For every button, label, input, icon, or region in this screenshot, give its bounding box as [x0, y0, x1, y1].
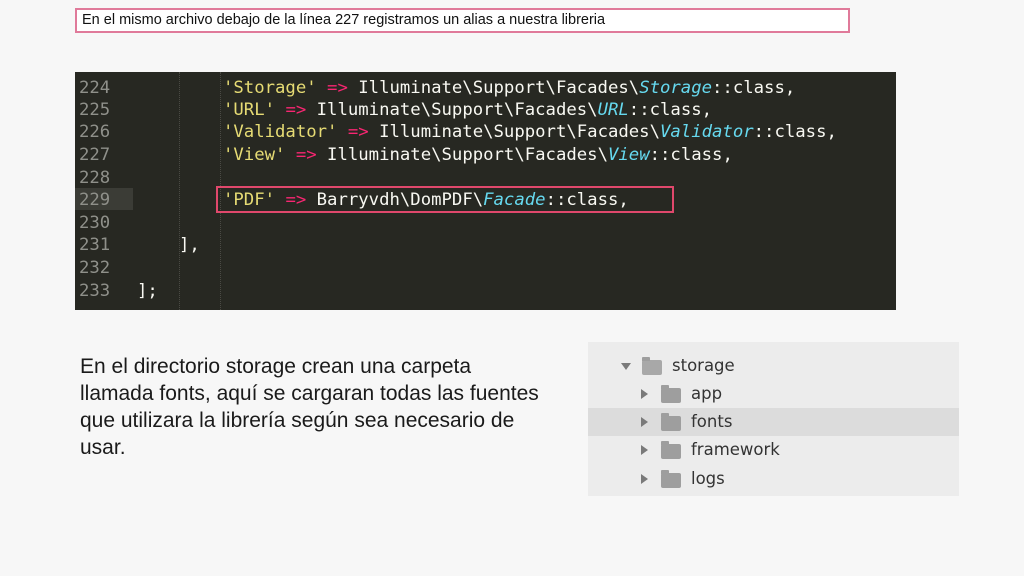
- class-suffix: ::class,: [628, 100, 713, 120]
- chevron-right-icon[interactable]: [641, 445, 648, 455]
- arrow-operator: =>: [285, 100, 307, 120]
- code-text: ],: [179, 235, 200, 255]
- line-number: 225: [79, 100, 111, 120]
- tree-row-app[interactable]: app: [588, 380, 959, 408]
- class-name: View: [607, 145, 650, 165]
- class-name: Storage: [639, 78, 713, 98]
- code-text: 'Validator' => Illuminate\Support\Facade…: [223, 121, 837, 143]
- pdf-alias-highlight: [216, 186, 674, 213]
- line-number: 229: [79, 190, 111, 210]
- class-name: Validator: [660, 122, 754, 142]
- folder-icon: [661, 441, 681, 459]
- line-number: 228: [79, 168, 111, 188]
- array-key: 'View': [223, 145, 286, 165]
- slide-caption: En el mismo archivo debajo de la línea 2…: [75, 8, 850, 33]
- namespace: Illuminate\Support\Facades\: [316, 145, 608, 165]
- description-text: En el directorio storage crean una carpe…: [80, 355, 539, 459]
- tree-label-fonts: fonts: [691, 412, 733, 431]
- array-key: 'URL': [223, 100, 276, 120]
- arrow-operator: =>: [347, 122, 369, 142]
- chevron-right-icon[interactable]: [641, 474, 648, 484]
- folder-open-icon: [642, 357, 662, 375]
- arrow-operator: =>: [295, 145, 317, 165]
- tree-label-storage: storage: [672, 356, 735, 375]
- class-suffix: ::class,: [712, 78, 796, 98]
- tree-row-framework[interactable]: framework: [588, 436, 959, 464]
- code-text: 'View' => Illuminate\Support\Facades\Vie…: [223, 144, 733, 166]
- line-number: 232: [79, 258, 111, 278]
- folder-icon: [661, 413, 681, 431]
- tree-row-fonts[interactable]: fonts: [588, 408, 959, 436]
- line-number: 224: [79, 78, 111, 98]
- chevron-down-icon[interactable]: [621, 363, 631, 370]
- tree-label-logs: logs: [691, 469, 725, 488]
- folder-icon: [661, 470, 681, 488]
- arrow-operator: =>: [327, 78, 348, 98]
- tree-row-storage[interactable]: storage: [588, 352, 959, 380]
- namespace: Illuminate\Support\Facades\: [368, 122, 660, 142]
- array-key: 'Validator': [223, 122, 338, 142]
- code-editor[interactable]: 224 'Storage' => Illuminate\Support\Facad…: [75, 72, 896, 310]
- namespace: Illuminate\Support\Facades\: [306, 100, 598, 120]
- indent-guide: [179, 72, 180, 310]
- code-text: 'Storage' => Illuminate\Support\Facades\…: [223, 77, 795, 99]
- folder-icon: [661, 385, 681, 403]
- namespace: Illuminate\Support\Facades\: [347, 78, 640, 98]
- class-suffix: ::class,: [649, 145, 733, 165]
- line-number: 231: [79, 235, 111, 255]
- line-number: 233: [79, 281, 111, 301]
- line-number: 226: [79, 122, 111, 142]
- class-name: URL: [597, 100, 629, 120]
- code-text: 'URL' => Illuminate\Support\Facades\URL:…: [223, 99, 712, 121]
- tree-label-framework: framework: [691, 440, 780, 459]
- tree-label-app: app: [691, 384, 723, 403]
- line-number: 227: [79, 145, 111, 165]
- chevron-right-icon[interactable]: [641, 389, 648, 399]
- chevron-right-icon[interactable]: [641, 417, 648, 427]
- file-tree[interactable]: storage app fonts framework logs: [588, 342, 959, 496]
- line-number: 230: [79, 213, 111, 233]
- code-text: ];: [137, 281, 158, 301]
- class-suffix: ::class,: [753, 122, 837, 142]
- tree-row-logs[interactable]: logs: [588, 465, 959, 493]
- array-key: 'Storage': [223, 78, 317, 98]
